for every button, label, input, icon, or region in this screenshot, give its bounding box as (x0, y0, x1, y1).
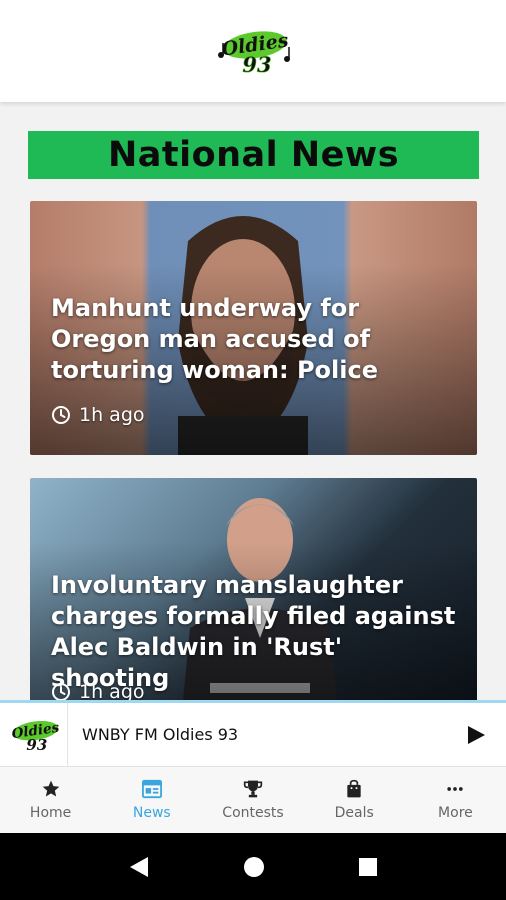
nav-news[interactable]: News (101, 767, 202, 833)
play-icon (468, 725, 485, 744)
news-icon (141, 779, 162, 799)
nav-deals-label: Deals (334, 805, 374, 821)
news-content: National News Manhunt underway for Orego… (0, 102, 506, 702)
news-card[interactable]: Manhunt underway for Oregon man accused … (30, 201, 477, 455)
article-time: 1h ago (79, 404, 145, 426)
star-icon (42, 780, 59, 797)
nav-news-label: News (132, 805, 171, 821)
app-screen: Oldies 93 National News Manhunt underway… (0, 0, 506, 900)
bottom-nav: Home News Contests Deals More (0, 766, 506, 833)
article-timestamp: 1h ago (51, 681, 145, 702)
nav-home[interactable]: Home (0, 767, 101, 833)
clock-icon (52, 683, 70, 701)
player-station-name: WNBY FM Oldies 93 (82, 725, 239, 744)
trophy-icon (243, 780, 263, 798)
section-title: National News (107, 135, 400, 175)
app-header: Oldies 93 (0, 0, 506, 102)
system-nav-bar (0, 833, 506, 900)
news-card[interactable]: Involuntary manslaughter charges formall… (30, 478, 477, 702)
play-button[interactable] (446, 705, 506, 765)
back-icon[interactable] (128, 855, 150, 879)
article-time: 1h ago (79, 681, 145, 702)
player-station-logo: Oldies 93 (0, 703, 68, 766)
section-banner: National News (28, 131, 479, 179)
station-logo[interactable]: Oldies 93 (211, 25, 295, 77)
nav-more[interactable]: More (405, 767, 506, 833)
nav-more-label: More (438, 805, 473, 821)
logo-number: 93 (242, 52, 271, 77)
article-headline[interactable]: Manhunt underway for Oregon man accused … (51, 293, 461, 386)
nav-home-label: Home (29, 805, 72, 821)
home-circle-icon[interactable] (243, 856, 265, 878)
mini-player[interactable]: Oldies 93 WNBY FM Oldies 93 (0, 700, 506, 766)
more-dots-icon (447, 787, 464, 791)
player-logo-number: 93 (26, 736, 47, 754)
nav-contests-label: Contests (222, 805, 284, 821)
nav-contests[interactable]: Contests (202, 767, 303, 833)
bag-icon (347, 779, 361, 798)
article-headline[interactable]: Involuntary manslaughter charges formall… (51, 570, 461, 694)
nav-deals[interactable]: Deals (304, 767, 405, 833)
clock-icon (52, 406, 70, 424)
article-timestamp: 1h ago (51, 404, 145, 426)
recents-square-icon[interactable] (358, 857, 378, 877)
